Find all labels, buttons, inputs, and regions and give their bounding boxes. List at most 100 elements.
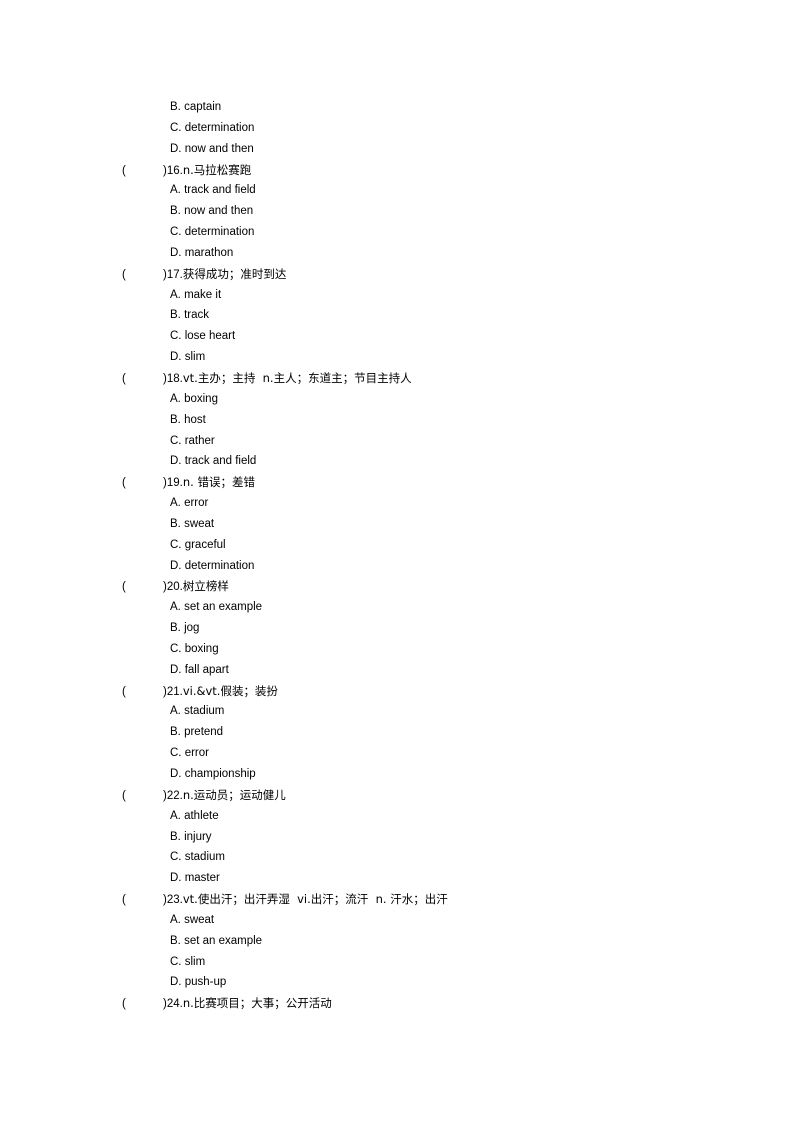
question-row: () 22. n.运动员；运动健儿 xyxy=(0,785,794,806)
answer-option[interactable]: B. now and then xyxy=(0,201,794,222)
answer-option[interactable]: C. boxing xyxy=(0,639,794,660)
option-text: pretend xyxy=(184,726,224,739)
answer-option[interactable]: D. track and field xyxy=(0,451,794,472)
answer-option[interactable]: C. lose heart xyxy=(0,326,794,347)
option-text: sweat xyxy=(184,517,215,530)
option-label: D. xyxy=(170,246,182,259)
answer-option[interactable]: C. rather xyxy=(0,431,794,452)
option-label: A. xyxy=(170,497,181,510)
answer-blank-paren-open[interactable]: ( xyxy=(122,994,163,1015)
option-text: slim xyxy=(184,351,206,364)
answer-blank-paren-open[interactable]: ( xyxy=(122,890,163,911)
answer-option[interactable]: D. master xyxy=(0,868,794,889)
option-label: D. xyxy=(170,976,182,989)
question-number: 19. xyxy=(166,477,183,490)
question-stem: n.马拉松赛跑 xyxy=(182,162,252,177)
option-label: B. xyxy=(170,413,181,426)
question-row: () 21. vi.&vt.假装；装扮 xyxy=(0,681,794,702)
option-label: A. xyxy=(170,913,181,926)
question-row: () 23. vt.使出汗；出汗弄湿 vi.出汗；流汗 n. 汗水；出汗 xyxy=(0,889,794,910)
answer-option[interactable]: A. error xyxy=(0,493,794,514)
answer-blank-paren-open[interactable]: ( xyxy=(122,161,163,182)
answer-option[interactable]: C. determination xyxy=(0,222,794,243)
option-label: C. xyxy=(170,330,182,343)
answer-option[interactable]: B. captain xyxy=(0,97,794,118)
question-number: 21. xyxy=(166,685,183,698)
option-text: set an example xyxy=(184,601,263,614)
option-label: A. xyxy=(170,601,181,614)
option-text: now and then xyxy=(184,142,254,155)
answer-option[interactable]: A. athlete xyxy=(0,806,794,827)
answer-option[interactable]: B. host xyxy=(0,410,794,431)
answer-blank-paren-open[interactable]: ( xyxy=(122,369,163,390)
answer-option[interactable]: A. stadium xyxy=(0,701,794,722)
option-label: B. xyxy=(170,205,181,218)
answer-option[interactable]: B. track xyxy=(0,305,794,326)
option-text: make it xyxy=(184,288,222,301)
worksheet-body: B. captain C. determination D. now and the… xyxy=(0,97,794,1014)
option-text: now and then xyxy=(184,205,254,218)
question-stem: n.运动员；运动健儿 xyxy=(182,787,286,802)
question-number: 16. xyxy=(166,164,183,177)
document-page: B. captain C. determination D. now and the… xyxy=(0,0,794,1123)
option-text: slim xyxy=(184,955,206,968)
answer-option[interactable]: D. push-up xyxy=(0,972,794,993)
option-text: injury xyxy=(184,830,212,843)
option-text: athlete xyxy=(184,809,219,822)
answer-option[interactable]: B. sweat xyxy=(0,514,794,535)
option-text: track and field xyxy=(184,184,256,197)
option-label: C. xyxy=(170,747,182,760)
option-text: stadium xyxy=(184,705,225,718)
answer-option[interactable]: D. marathon xyxy=(0,243,794,264)
question-row: () 16. n.马拉松赛跑 xyxy=(0,160,794,181)
answer-option[interactable]: B. injury xyxy=(0,827,794,848)
answer-blank-paren-open[interactable]: ( xyxy=(122,786,163,807)
option-label: A. xyxy=(170,705,181,718)
option-label: C. xyxy=(170,434,182,447)
option-label: C. xyxy=(170,955,182,968)
answer-option[interactable]: A. sweat xyxy=(0,910,794,931)
question-row: () 17. 获得成功；准时到达 xyxy=(0,264,794,285)
answer-option[interactable]: C. determination xyxy=(0,118,794,139)
option-text: boxing xyxy=(184,642,219,655)
option-text: stadium xyxy=(184,851,225,864)
answer-option[interactable]: C. graceful xyxy=(0,535,794,556)
option-text: lose heart xyxy=(184,330,236,343)
answer-option[interactable]: A. set an example xyxy=(0,597,794,618)
answer-option[interactable]: A. boxing xyxy=(0,389,794,410)
answer-option[interactable]: D. now and then xyxy=(0,139,794,160)
option-text: fall apart xyxy=(184,663,229,676)
option-label: D. xyxy=(170,351,182,364)
option-text: graceful xyxy=(184,538,226,551)
option-text: jog xyxy=(184,622,200,635)
answer-blank-paren-open[interactable]: ( xyxy=(122,577,163,598)
answer-option[interactable]: A. make it xyxy=(0,285,794,306)
answer-option[interactable]: A. track and field xyxy=(0,180,794,201)
answer-option[interactable]: D. fall apart xyxy=(0,660,794,681)
option-label: D. xyxy=(170,559,182,572)
answer-option[interactable]: C. stadium xyxy=(0,847,794,868)
answer-blank-paren-open[interactable]: ( xyxy=(122,473,163,494)
question-stem: vi.&vt.假装；装扮 xyxy=(182,683,278,698)
answer-option[interactable]: B. pretend xyxy=(0,722,794,743)
answer-option[interactable]: B. set an example xyxy=(0,931,794,952)
option-label: D. xyxy=(170,455,182,468)
option-label: A. xyxy=(170,184,181,197)
answer-option[interactable]: B. jog xyxy=(0,618,794,639)
question-stem: vt.主办；主持 n.主人；东道主；节目主持人 xyxy=(182,370,412,385)
option-label: C. xyxy=(170,226,182,239)
option-label: D. xyxy=(170,663,182,676)
answer-option[interactable]: D. slim xyxy=(0,347,794,368)
option-label: C. xyxy=(170,642,182,655)
answer-option[interactable]: C. error xyxy=(0,743,794,764)
option-text: determination xyxy=(184,226,255,239)
option-text: determination xyxy=(184,559,255,572)
answer-blank-paren-open[interactable]: ( xyxy=(122,682,163,703)
answer-option[interactable]: C. slim xyxy=(0,952,794,973)
answer-blank-paren-open[interactable]: ( xyxy=(122,265,163,286)
option-label: C. xyxy=(170,121,182,134)
answer-option[interactable]: D. determination xyxy=(0,556,794,577)
answer-option[interactable]: D. championship xyxy=(0,764,794,785)
option-label: D. xyxy=(170,872,182,885)
option-label: B. xyxy=(170,934,181,947)
